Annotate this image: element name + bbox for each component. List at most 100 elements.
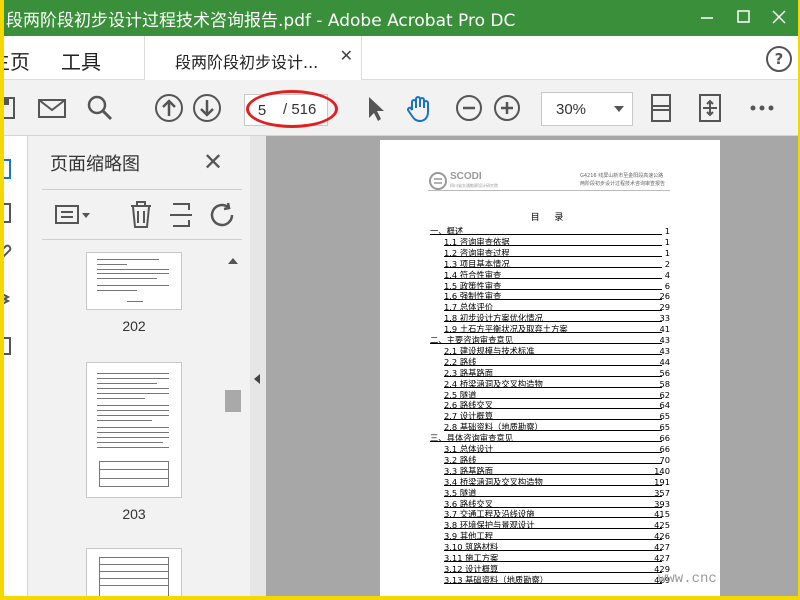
scroll-mode-icon[interactable] bbox=[694, 92, 726, 124]
zoom-out-icon[interactable] bbox=[453, 92, 485, 124]
thumbnail-scrollbar[interactable] bbox=[224, 252, 242, 596]
toc-entry[interactable]: 1.5 政策性审查 6 bbox=[430, 281, 670, 291]
maximize-icon[interactable] bbox=[728, 2, 758, 32]
tab-home[interactable]: 主页 bbox=[4, 46, 30, 75]
document-view[interactable]: SCODI 四川省交通勘察设计研究院 G4216 线屏山新市至金阳段高速公路 两… bbox=[266, 136, 798, 596]
toc-entry[interactable]: 2.1 建设规模与技术标准 43 bbox=[430, 346, 670, 356]
toc-entry-title: 3.12 设计概算 bbox=[444, 563, 499, 574]
hand-icon[interactable] bbox=[404, 92, 436, 124]
signature-icon[interactable] bbox=[4, 334, 12, 356]
page-thumbnails-icon[interactable] bbox=[4, 158, 12, 180]
minimize-icon[interactable] bbox=[692, 2, 722, 32]
toc-entry[interactable]: 3.12 设计概算 429 bbox=[430, 564, 670, 574]
fit-page-icon[interactable] bbox=[646, 92, 678, 124]
toc-page-number: 65 bbox=[659, 411, 670, 422]
page-thumbnail[interactable] bbox=[86, 252, 182, 310]
toc-entry[interactable]: 3.2 路线 70 bbox=[430, 455, 670, 465]
zoom-select[interactable]: 30% bbox=[541, 92, 633, 126]
rotate-icon[interactable] bbox=[208, 200, 238, 230]
collapse-arrow-icon[interactable] bbox=[254, 374, 260, 384]
toc-entry[interactable]: 二、主要咨询审查意见 43 bbox=[430, 335, 670, 345]
toc-leader-line bbox=[444, 462, 662, 464]
layers-icon[interactable] bbox=[4, 286, 12, 308]
toc-page-number: 140 bbox=[654, 465, 670, 476]
toc-entry[interactable]: 3.9 其他工程 426 bbox=[430, 531, 670, 541]
options-menu-icon[interactable] bbox=[54, 202, 92, 228]
collapse-panel-strip[interactable] bbox=[250, 136, 266, 596]
toc-entry[interactable]: 1.8 初步设计方案优化情况 33 bbox=[430, 313, 670, 323]
toc-entry[interactable]: 3.11 施工方案 427 bbox=[430, 553, 670, 563]
current-page-input[interactable] bbox=[245, 95, 279, 125]
toc-entry-title: 3.13 基础资料（地质勘察） bbox=[444, 574, 549, 585]
toc-entry[interactable]: 2.8 基础资料（地质勘察） 65 bbox=[430, 422, 670, 432]
toc-entry[interactable]: 1.4 符合性审查 4 bbox=[430, 270, 670, 280]
tab-bar: 主页 工具 段两阶段初步设计... ✕ ? bbox=[4, 36, 798, 80]
prev-page-icon[interactable] bbox=[153, 92, 185, 124]
more-icon[interactable] bbox=[746, 92, 778, 124]
toc-page-number: 70 bbox=[659, 454, 670, 465]
toc-entry-title: 3.6 路线交叉 bbox=[444, 498, 494, 509]
attachment-icon[interactable] bbox=[4, 240, 12, 262]
close-panel-icon[interactable]: ✕ bbox=[203, 148, 223, 176]
toc-entry[interactable]: 3.5 隧道 357 bbox=[430, 488, 670, 498]
toc-entry-title: 2.8 基础资料（地质勘察） bbox=[444, 422, 543, 433]
close-icon[interactable] bbox=[764, 2, 794, 32]
next-page-icon[interactable] bbox=[191, 92, 223, 124]
toc-entry[interactable]: 1.1 咨询审查依据 1 bbox=[430, 237, 670, 247]
toc-entry[interactable]: 3.8 环境保护与景观设计 425 bbox=[430, 520, 670, 530]
header-line-1: G4216 线屏山新市至金阳段高速公路 bbox=[580, 173, 664, 179]
select-arrow-icon[interactable] bbox=[360, 92, 392, 124]
toc-entry[interactable]: 3.1 总体设计 66 bbox=[430, 444, 670, 454]
acrobat-window: 段两阶段初步设计过程技术咨询报告.pdf - Adobe Acrobat Pro… bbox=[4, 0, 798, 596]
toc-entry[interactable]: 1.2 咨询审查过程 1 bbox=[430, 248, 670, 258]
scrollbar-thumb[interactable] bbox=[225, 390, 241, 412]
toc-entry[interactable]: 2.4 桥梁涵洞及交叉构造物 58 bbox=[430, 379, 670, 389]
toc-entry[interactable]: 3.10 筑路材料 427 bbox=[430, 542, 670, 552]
close-tab-icon[interactable]: ✕ bbox=[340, 46, 353, 65]
toc-entry[interactable]: 3.6 路线交叉 393 bbox=[430, 499, 670, 509]
toc-entry[interactable]: 3.3 路基路面 140 bbox=[430, 466, 670, 476]
header-line-2: 两阶段初步设计过程技术咨询审查报告 bbox=[580, 181, 666, 187]
toc-entry-title: 1.5 政策性审查 bbox=[444, 280, 502, 291]
toc-entry[interactable]: 2.3 路基路面 56 bbox=[430, 368, 670, 378]
toc-entry-title: 3.5 隧道 bbox=[444, 487, 477, 498]
delete-icon[interactable] bbox=[128, 200, 154, 230]
toc-entry[interactable]: 3.13 基础资料（地质勘察） 429 bbox=[430, 575, 670, 585]
bookmark-icon[interactable] bbox=[4, 202, 12, 224]
page-thumbnail[interactable] bbox=[86, 548, 182, 596]
tab-document[interactable]: 段两阶段初步设计... ✕ bbox=[144, 36, 362, 80]
help-icon[interactable]: ? bbox=[766, 46, 792, 72]
toc-entry[interactable]: 1.9 土石方平衡状况及取弃土方案 41 bbox=[430, 324, 670, 334]
toc-entry[interactable]: 2.6 路线交叉 64 bbox=[430, 400, 670, 410]
scroll-up-icon[interactable] bbox=[228, 258, 238, 264]
logo-text: SCODI bbox=[450, 171, 482, 182]
email-icon[interactable] bbox=[36, 92, 68, 124]
watermark: www.cnc bbox=[658, 571, 717, 587]
toc-entry-title: 1.3 项目基本情况 bbox=[444, 258, 510, 269]
page-thumbnail[interactable] bbox=[86, 362, 182, 498]
toc-entry[interactable]: 2.7 设计概算 65 bbox=[430, 411, 670, 421]
toc-entry-title: 3.9 其他工程 bbox=[444, 531, 494, 542]
toc-entry[interactable]: 1.6 强制性审查 26 bbox=[430, 291, 670, 301]
toc-entry[interactable]: 3.4 桥梁涵洞及交叉构造物 191 bbox=[430, 477, 670, 487]
split-page-icon[interactable] bbox=[168, 200, 194, 230]
toc-entry[interactable]: 1.7 总体评价 29 bbox=[430, 302, 670, 312]
zoom-in-icon[interactable] bbox=[491, 92, 523, 124]
toc-entry[interactable]: 3.7 交通工程及沿线设施 415 bbox=[430, 509, 670, 519]
save-icon[interactable] bbox=[4, 92, 22, 124]
toc-page-number: 33 bbox=[659, 313, 670, 324]
toc-page-number: 4 bbox=[664, 269, 670, 280]
toc-page-number: 1 bbox=[664, 247, 670, 258]
page-number-box: / 516 bbox=[244, 94, 328, 126]
toc-page-number: 58 bbox=[659, 378, 670, 389]
tab-tools[interactable]: 工具 bbox=[61, 46, 101, 75]
search-icon[interactable] bbox=[84, 92, 116, 124]
toc-entry[interactable]: 2.2 路线 44 bbox=[430, 357, 670, 367]
toc-entry[interactable]: 三、具体咨询审查意见 66 bbox=[430, 433, 670, 443]
toc-page-number: 393 bbox=[654, 498, 670, 509]
toc-entry[interactable]: 一、概述 1 bbox=[430, 226, 670, 236]
toc-page-number: 43 bbox=[659, 335, 670, 345]
toc-entry[interactable]: 2.5 隧道 62 bbox=[430, 390, 670, 400]
toc-entry[interactable]: 1.3 项目基本情况 2 bbox=[430, 259, 670, 269]
toc-entry-title: 一、概述 bbox=[430, 226, 464, 236]
